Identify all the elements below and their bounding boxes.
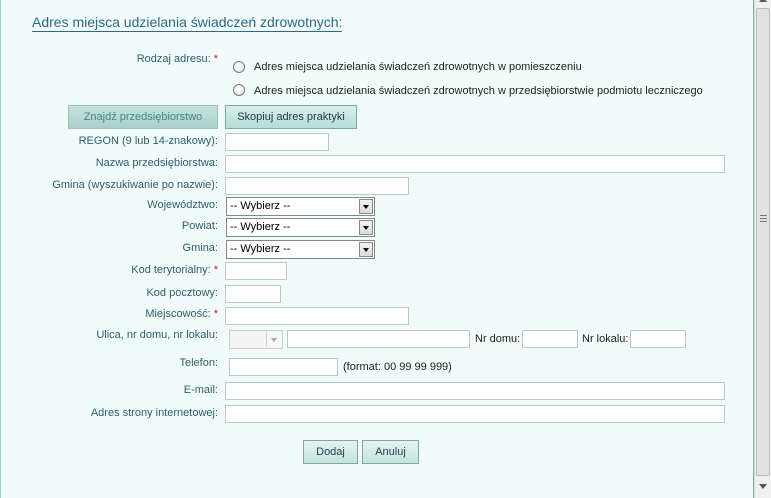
commune-select[interactable]: -- Wybierz -- [226,240,375,259]
form-panel: Adres miejsca udzielania świadczeń zdrow… [0,0,754,498]
chevron-down-icon [266,332,281,347]
commune-search-label: Gmina (wyszukiwanie po nazwie): [52,179,218,191]
postal-code-label: Kod pocztowy: [146,287,218,299]
required-marker: * [213,53,218,65]
phone-label: Telefon: [179,357,218,369]
address-type-radio-company-label[interactable]: Adres miejsca udzielania świadczeń zdrow… [254,85,703,97]
voivodeship-label: Województwo: [147,199,218,211]
add-button[interactable]: Dodaj [303,440,358,464]
email-label: E-mail: [183,384,218,396]
county-label: Powiat: [181,220,218,232]
scrollbar-thumb[interactable] [756,8,770,476]
territorial-code-input[interactable] [225,262,287,280]
voivodeship-select[interactable]: -- Wybierz -- [226,197,375,216]
phone-format-hint: (format: 00 99 99 999) [343,361,452,373]
required-marker: * [213,308,218,320]
commune-label: Gmina: [182,242,218,254]
chevron-down-icon[interactable] [359,199,373,214]
company-name-input[interactable] [225,155,725,173]
postal-code-input[interactable] [225,285,281,303]
chevron-down-icon[interactable] [359,242,373,257]
cancel-button[interactable]: Anuluj [362,440,419,464]
email-input[interactable] [225,382,725,400]
address-type-radio-room[interactable] [233,61,245,73]
unit-number-label: Nr lokalu: [582,333,629,345]
commune-search-input[interactable] [225,177,409,195]
website-input[interactable] [225,405,725,423]
city-input[interactable] [225,307,409,325]
commune-select-value: -- Wybierz -- [230,243,291,255]
phone-input[interactable] [229,358,338,376]
territorial-code-label: Kod terytorialny: * [131,264,218,276]
arrow-down-icon[interactable] [759,484,767,489]
house-number-input[interactable] [522,330,578,348]
unit-number-input[interactable] [630,330,686,348]
regon-label: REGON (9 lub 14-znakowy): [78,135,218,147]
street-label: Ulica, nr domu, nr lokalu: [96,329,218,341]
grip-icon [760,215,767,222]
form-title: Adres miejsca udzielania świadczeń zdrow… [32,14,343,32]
chevron-down-icon[interactable] [359,220,373,235]
county-select-value: -- Wybierz -- [230,221,291,233]
arrow-up-icon[interactable] [759,0,767,2]
street-prefix-select[interactable] [229,330,283,349]
address-type-radio-company[interactable] [233,84,245,96]
copy-practice-address-button[interactable]: Skopiuj adres praktyki [225,105,357,129]
city-label: Miejscowość: * [145,308,218,320]
regon-input[interactable] [225,133,329,151]
company-name-label: Nazwa przedsiębiorstwa: [95,157,218,169]
voivodeship-select-value: -- Wybierz -- [230,200,291,212]
house-number-label: Nr domu: [475,333,521,345]
required-marker: * [213,264,218,276]
address-type-label: Rodzaj adresu: * [136,53,218,65]
find-company-button[interactable]: Znajdź przedsiębiorstwo [68,105,218,129]
county-select[interactable]: -- Wybierz -- [226,218,375,237]
street-input[interactable] [287,330,470,348]
website-label: Adres strony internetowej: [90,407,218,419]
address-type-radio-room-label[interactable]: Adres miejsca udzielania świadczeń zdrow… [254,61,582,73]
vertical-scrollbar[interactable] [754,0,771,498]
